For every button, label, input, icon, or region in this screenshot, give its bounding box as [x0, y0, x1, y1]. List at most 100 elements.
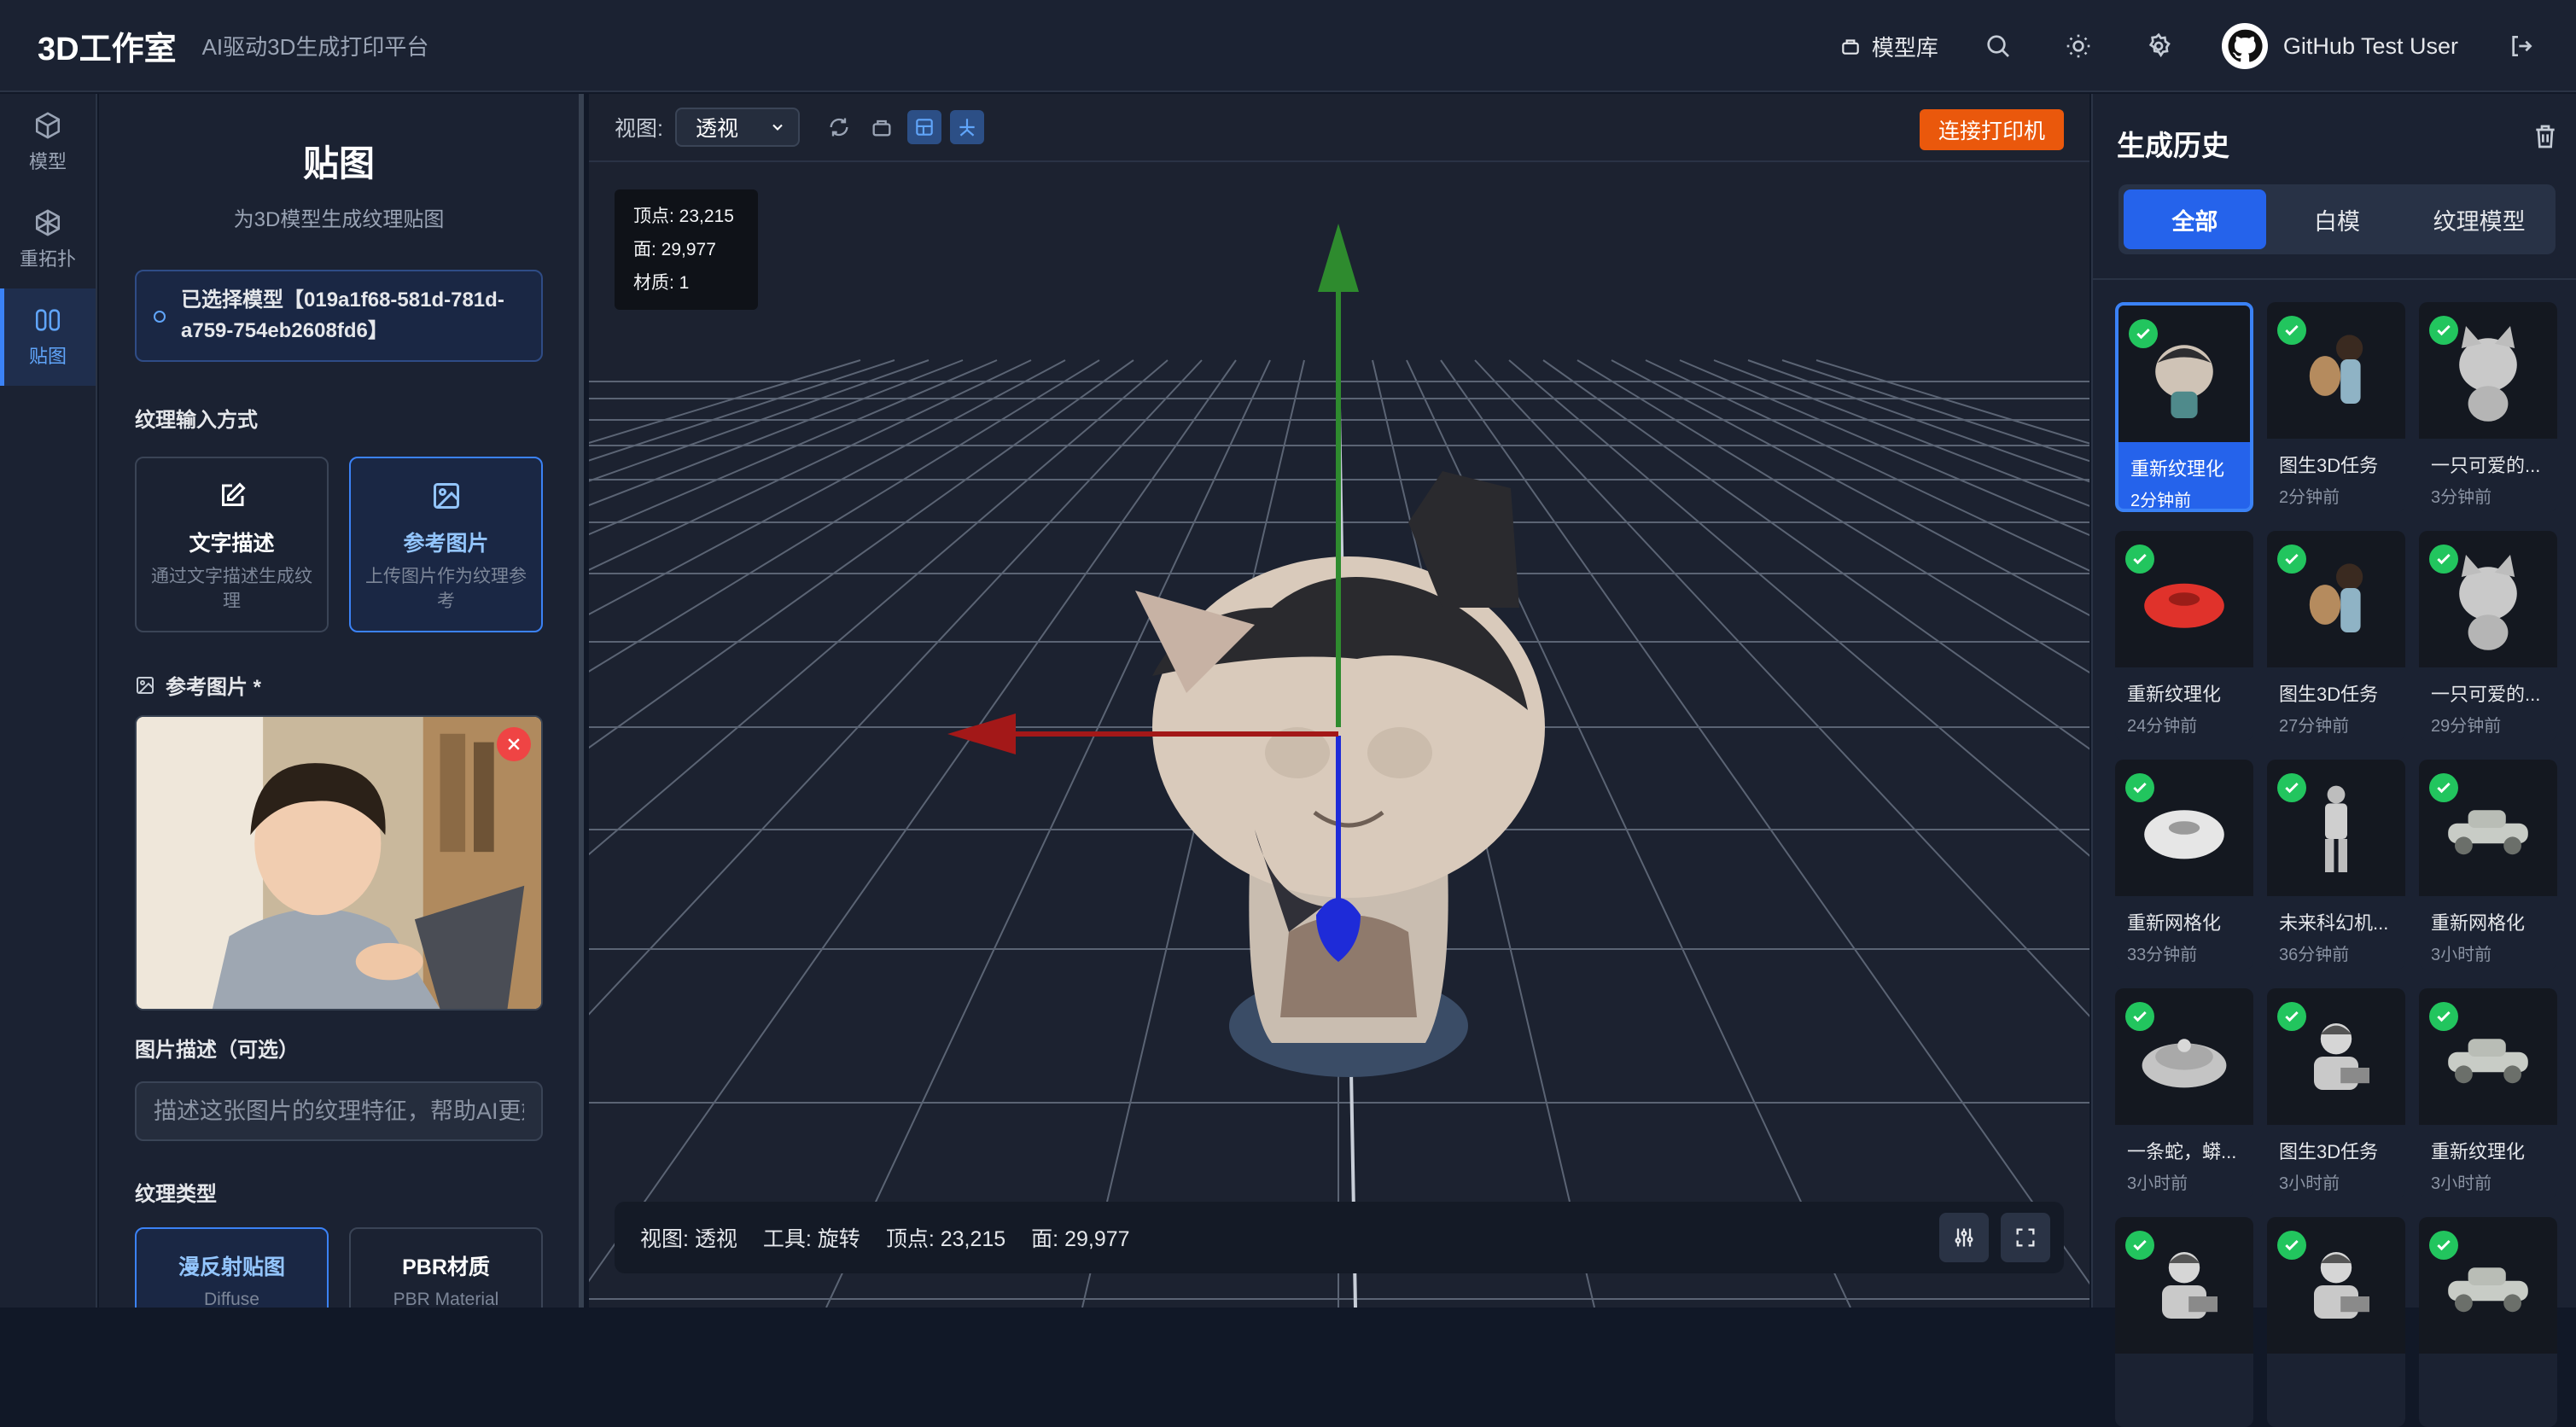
- history-item[interactable]: 重新纹理化 3小时前: [2419, 988, 2557, 1198]
- search-button[interactable]: [1981, 29, 2015, 63]
- input-method-text: 纹理输入方式: [135, 409, 258, 432]
- trash-icon: [2536, 125, 2555, 149]
- history-thumbnail: [2115, 531, 2253, 667]
- tab-textured-model[interactable]: 纹理模型: [2408, 189, 2550, 249]
- success-check-icon: [2429, 545, 2458, 574]
- rail-item-label: 重拓扑: [19, 248, 76, 270]
- history-item[interactable]: 图生3D任务 2分钟前: [2267, 302, 2405, 512]
- reference-image-label: 参考图片 *: [135, 670, 543, 700]
- settings-button[interactable]: [2142, 29, 2176, 63]
- rail-item-label: 贴图: [28, 346, 67, 367]
- success-check-icon: [2129, 319, 2158, 348]
- method-title: 文字描述: [189, 532, 275, 556]
- rail-item-retopology[interactable]: 重拓扑: [0, 191, 96, 288]
- side-rail: 模型 重拓扑 贴图: [0, 94, 97, 1308]
- texture-icon: [35, 309, 61, 331]
- history-item-name: 重新网格化: [2127, 912, 2222, 934]
- success-check-icon: [2125, 1231, 2154, 1260]
- divider: [2093, 278, 2576, 280]
- history-item[interactable]: [2267, 1217, 2405, 1427]
- type-title: PBR材质: [402, 1255, 490, 1279]
- history-item[interactable]: 一只可爱的... 29分钟前: [2419, 531, 2557, 741]
- faces-stat: 面: 29,977: [633, 240, 716, 259]
- refresh-icon: [830, 118, 848, 137]
- axes-toggle-button[interactable]: [949, 110, 984, 144]
- panel-subtitle: 为3D模型生成纹理贴图: [233, 208, 445, 231]
- history-item-time: 3小时前: [2431, 1174, 2492, 1193]
- history-thumbnail: [2267, 760, 2405, 896]
- history-item[interactable]: 重新网格化 3小时前: [2419, 760, 2557, 970]
- history-item-name: 一只可爱的...: [2431, 455, 2541, 476]
- rail-item-model[interactable]: 模型: [0, 94, 96, 191]
- theme-toggle-button[interactable]: [2061, 29, 2095, 63]
- model-library-link[interactable]: 模型库: [1839, 31, 1938, 62]
- history-item-name: 图生3D任务: [2279, 1141, 2379, 1162]
- success-check-icon: [2277, 1002, 2306, 1031]
- box-view-button[interactable]: [865, 110, 899, 144]
- history-item-name: 图生3D任务: [2279, 684, 2379, 705]
- grid-toggle-button[interactable]: [906, 110, 941, 144]
- history-item[interactable]: [2115, 1217, 2253, 1427]
- history-item[interactable]: 一条蛇，蟒... 3小时前: [2115, 988, 2253, 1198]
- model-library-label: 模型库: [1871, 34, 1938, 61]
- method-image-card[interactable]: 参考图片 上传图片作为纹理参考: [349, 457, 543, 632]
- selected-dot-icon: [154, 311, 166, 323]
- avatar[interactable]: [2221, 23, 2268, 69]
- viewport[interactable]: 视图: 透视 连接打印机 顶点: 23,215 面: 29,977 材质: 1 …: [589, 94, 2089, 1308]
- connect-printer-button[interactable]: 连接打印机: [1919, 109, 2064, 150]
- logout-button[interactable]: [2504, 29, 2538, 63]
- tab-all[interactable]: 全部: [2124, 189, 2266, 249]
- selected-model-text: 已选择模型【019a1f68-581d-781d-a759-754eb2608f…: [181, 288, 504, 342]
- type-title: 漫反射贴图: [178, 1255, 285, 1279]
- history-item[interactable]: 重新纹理化 24分钟前: [2115, 531, 2253, 741]
- model-stats: 顶点: 23,215 面: 29,977 材质: 1: [615, 189, 758, 310]
- texture-type-options: 漫反射贴图 Diffuse PBR材质 PBR Material: [135, 1227, 543, 1308]
- app-title[interactable]: 3D工作室: [38, 22, 177, 69]
- success-check-icon: [2429, 1002, 2458, 1031]
- texture-type-text: 纹理类型: [135, 1183, 217, 1206]
- fullscreen-button[interactable]: [2001, 1213, 2050, 1262]
- image-description-field[interactable]: [135, 1081, 543, 1141]
- selected-model-box: 已选择模型【019a1f68-581d-781d-a759-754eb2608f…: [135, 270, 543, 362]
- history-thumbnail: [2267, 1217, 2405, 1354]
- history-item-time: 24分钟前: [2127, 717, 2198, 736]
- history-item-time: 3小时前: [2431, 946, 2492, 964]
- history-item[interactable]: 图生3D任务 3小时前: [2267, 988, 2405, 1198]
- history-item[interactable]: 图生3D任务 27分钟前: [2267, 531, 2405, 741]
- history-item-name: 未来科幻机...: [2279, 912, 2389, 934]
- history-item[interactable]: 重新网格化 33分钟前: [2115, 760, 2253, 970]
- image-description-label: 图片描述（可选）: [135, 1033, 543, 1063]
- history-thumbnail: [2115, 988, 2253, 1125]
- view-select-value: 透视: [695, 117, 738, 141]
- tab-white-model[interactable]: 白模: [2266, 189, 2409, 249]
- view-select[interactable]: 透视: [674, 108, 800, 147]
- reset-view-button[interactable]: [822, 110, 856, 144]
- history-panel: 生成历史 全部 白模 纹理模型 重新纹理化 2分钟前 图生3D任务 2分钟前 一只可爱的…: [2091, 94, 2576, 1427]
- user-name[interactable]: GitHub Test User: [2283, 33, 2458, 60]
- history-thumbnail: [2267, 531, 2405, 667]
- history-thumbnail: [2115, 1217, 2253, 1354]
- rail-item-texture[interactable]: 贴图: [0, 288, 96, 386]
- clear-history-button[interactable]: [2532, 123, 2559, 154]
- viewport-toolbar: 视图: 透视 连接打印机: [589, 94, 2089, 162]
- gear-icon: [2148, 32, 2171, 58]
- history-item-name: 重新纹理化: [2130, 458, 2225, 480]
- history-item-name: 一条蛇，蟒...: [2127, 1141, 2237, 1162]
- type-pbr-button[interactable]: PBR材质 PBR Material: [349, 1227, 543, 1308]
- history-item[interactable]: 重新纹理化 2分钟前: [2115, 302, 2253, 512]
- 3d-scene[interactable]: [589, 164, 2089, 1308]
- logout-icon: [2512, 36, 2532, 56]
- history-item-name: 重新纹理化: [2431, 1141, 2526, 1162]
- history-item[interactable]: 一只可爱的... 3分钟前: [2419, 302, 2557, 512]
- remove-image-button[interactable]: [497, 727, 531, 761]
- success-check-icon: [2125, 773, 2154, 802]
- type-diffuse-button[interactable]: 漫反射贴图 Diffuse: [135, 1227, 329, 1308]
- adjust-button[interactable]: [1939, 1213, 1989, 1262]
- history-item[interactable]: [2419, 1217, 2557, 1427]
- image-description-input[interactable]: [154, 1098, 524, 1125]
- status-vertices: 顶点: 23,215: [885, 1227, 1006, 1251]
- reference-photo: [137, 717, 541, 1009]
- method-text-card[interactable]: 文字描述 通过文字描述生成纹理: [135, 457, 329, 632]
- history-item-name: 一只可爱的...: [2431, 684, 2541, 705]
- history-item[interactable]: 未来科幻机... 36分钟前: [2267, 760, 2405, 970]
